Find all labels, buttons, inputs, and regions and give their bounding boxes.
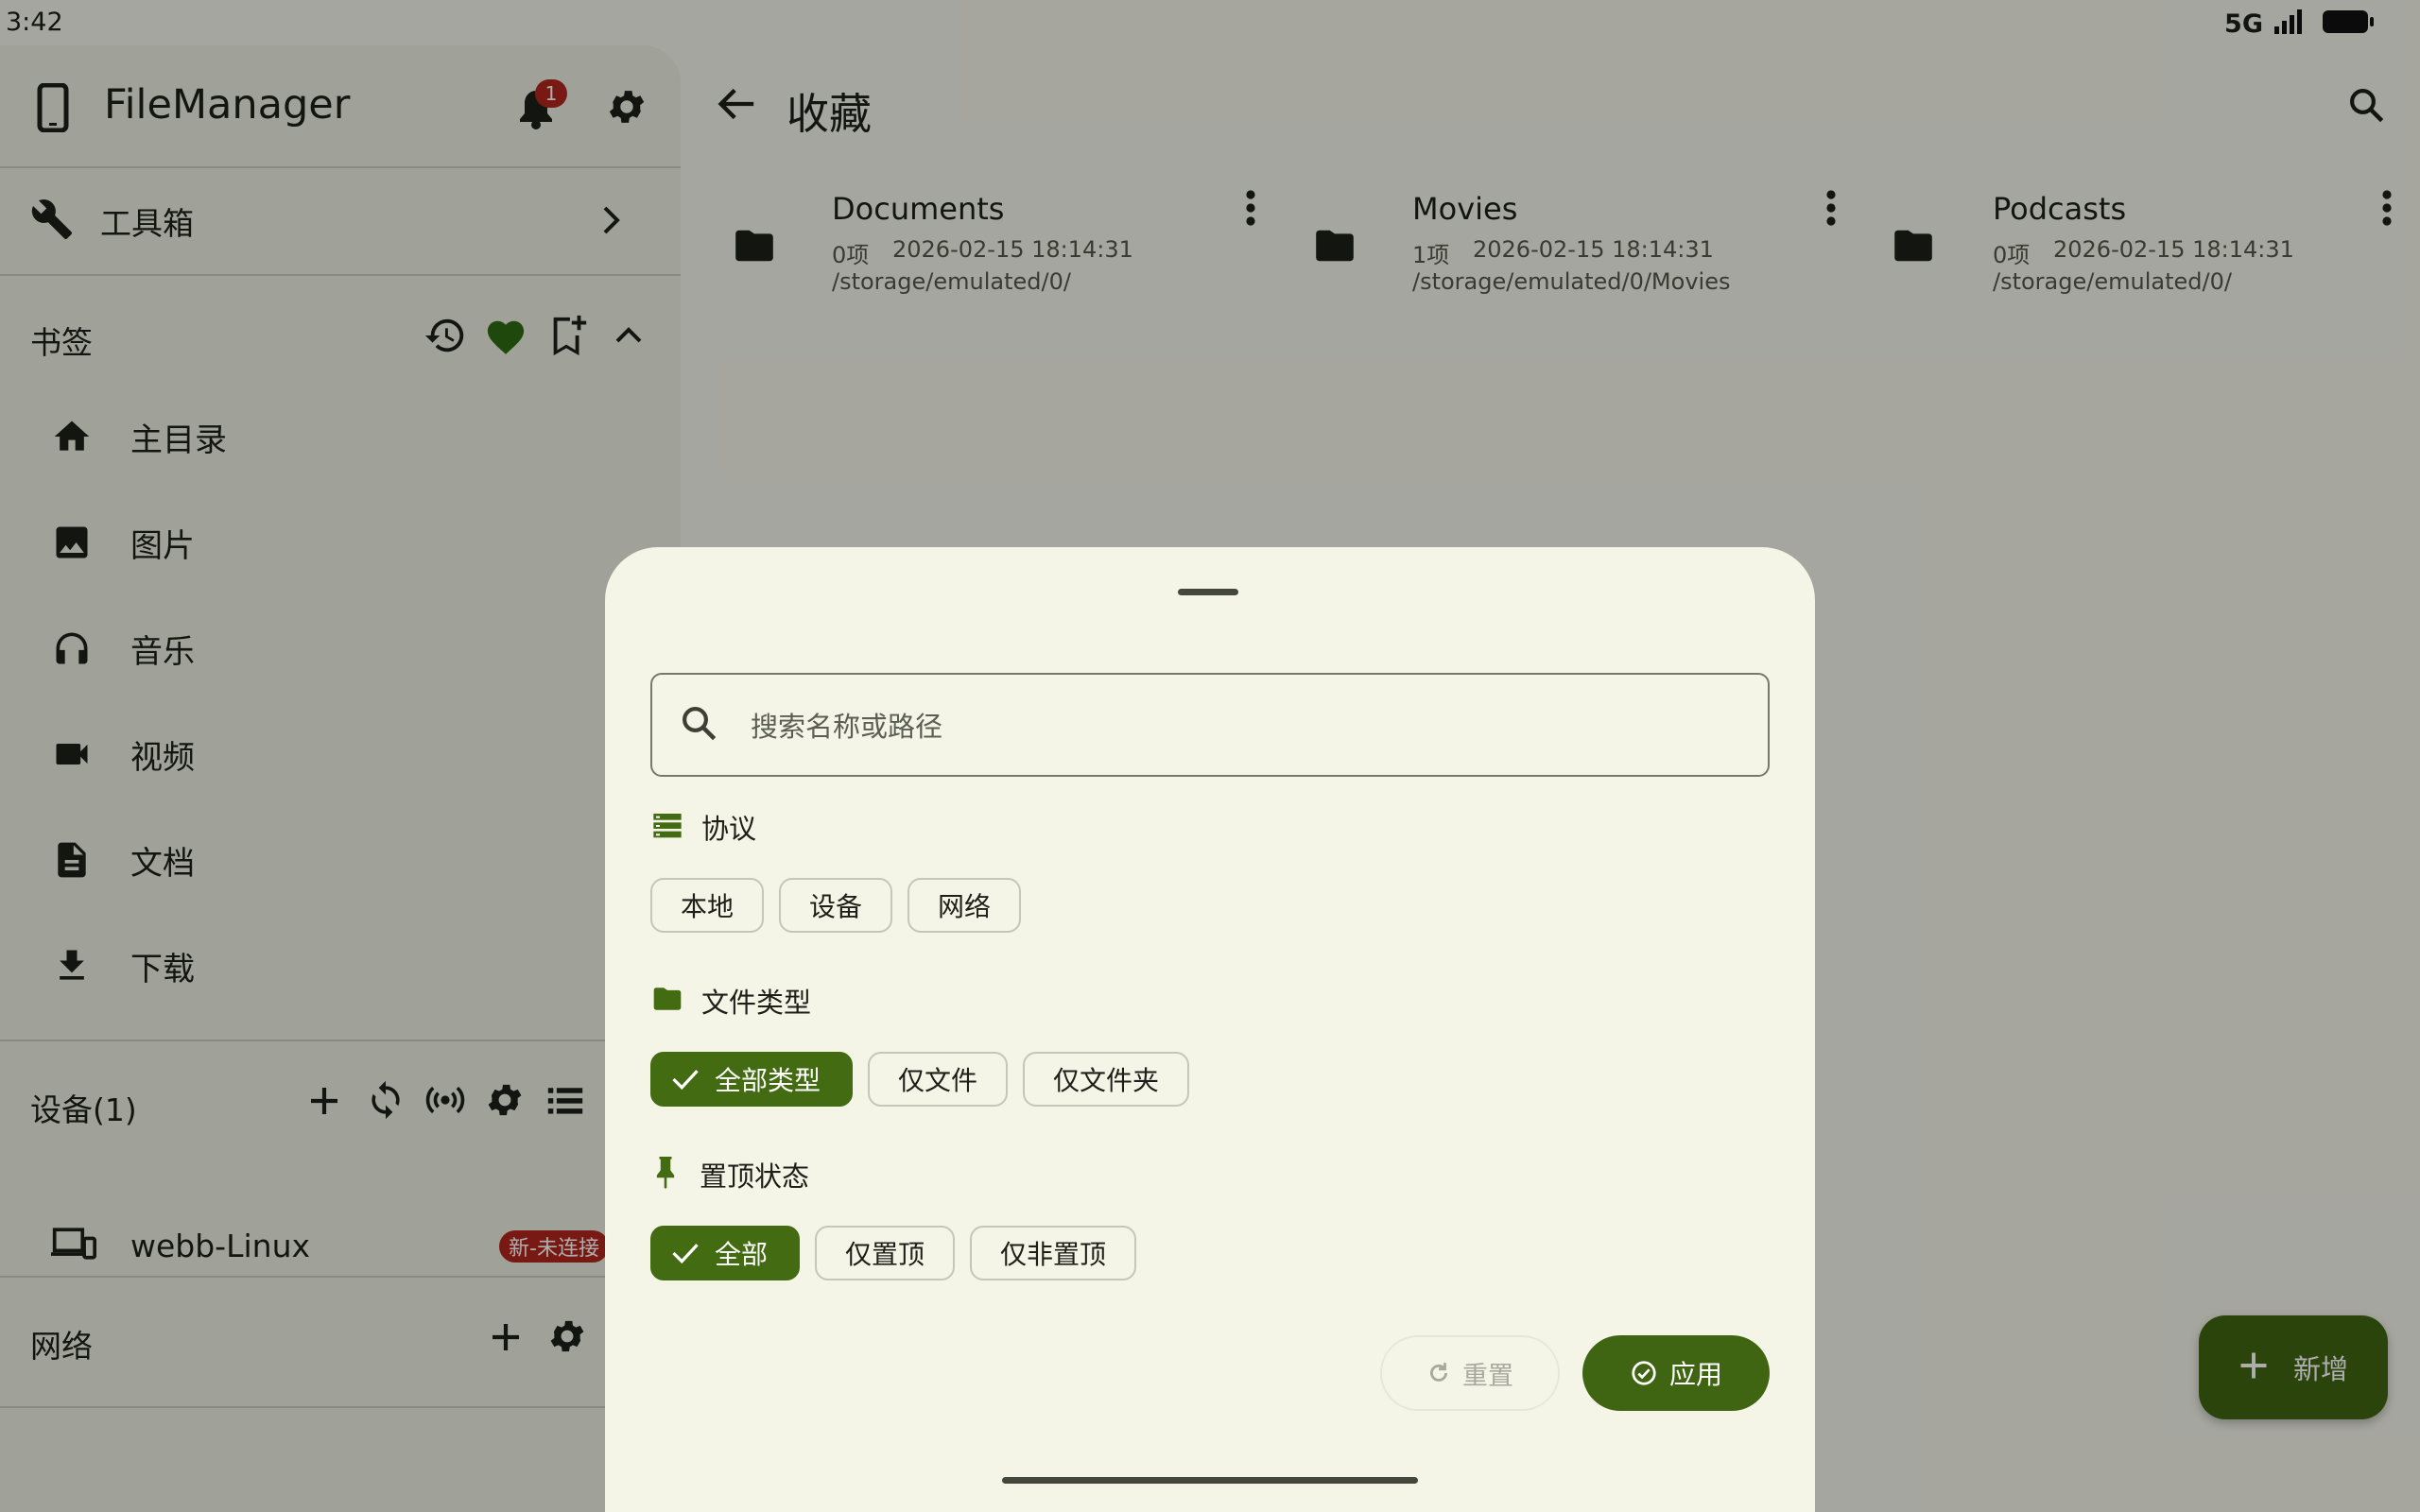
filter-bottom-sheet: 搜索名称或路径 协议 本地 设备 网络 文件类型 全部类型 仅文件 仅文件夹 置… bbox=[605, 547, 1815, 1512]
reset-label: 重置 bbox=[1462, 1361, 1513, 1391]
chip-label: 全部类型 bbox=[715, 1065, 821, 1096]
folder-icon bbox=[652, 987, 683, 1015]
filetype-section-header: 文件类型 bbox=[652, 982, 811, 1020]
storage-stack-icon bbox=[652, 812, 683, 842]
protocol-title: 协议 bbox=[701, 813, 757, 845]
pin-icon bbox=[652, 1157, 679, 1193]
reset-button[interactable]: 重置 bbox=[1380, 1335, 1560, 1411]
chip-network[interactable]: 网络 bbox=[908, 878, 1022, 933]
gesture-nav-bar bbox=[1002, 1477, 1418, 1484]
pin-chips: 全部 仅置顶 仅非置顶 bbox=[650, 1226, 1137, 1280]
refresh-icon bbox=[1430, 1363, 1447, 1382]
chip-all-pin[interactable]: 全部 bbox=[650, 1226, 801, 1280]
chip-label: 全部 bbox=[715, 1239, 769, 1270]
check-icon bbox=[672, 1244, 699, 1264]
apply-label: 应用 bbox=[1668, 1359, 1722, 1390]
filetype-chips: 全部类型 仅文件 仅文件夹 bbox=[650, 1052, 1190, 1107]
search-field[interactable]: 搜索名称或路径 bbox=[650, 673, 1770, 777]
filetype-title: 文件类型 bbox=[701, 987, 812, 1019]
protocol-section-header: 协议 bbox=[652, 808, 756, 846]
drag-handle[interactable] bbox=[1178, 589, 1238, 595]
search-placeholder: 搜索名称或路径 bbox=[751, 711, 943, 743]
chip-local[interactable]: 本地 bbox=[650, 878, 765, 933]
check-icon bbox=[672, 1070, 699, 1091]
chip-files-only[interactable]: 仅文件 bbox=[868, 1052, 1009, 1107]
check-circle-icon bbox=[1632, 1361, 1656, 1385]
chip-folders-only[interactable]: 仅文件夹 bbox=[1023, 1052, 1190, 1107]
protocol-chips: 本地 设备 网络 bbox=[650, 878, 1022, 933]
pin-title: 置顶状态 bbox=[700, 1160, 810, 1193]
apply-button[interactable]: 应用 bbox=[1582, 1335, 1770, 1411]
chip-all-types[interactable]: 全部类型 bbox=[650, 1052, 854, 1107]
chip-pinned-only[interactable]: 仅置顶 bbox=[815, 1226, 956, 1280]
search-icon bbox=[679, 703, 718, 747]
pin-section-header: 置顶状态 bbox=[652, 1156, 809, 1194]
chip-device[interactable]: 设备 bbox=[779, 878, 893, 933]
chip-unpinned-only[interactable]: 仅非置顶 bbox=[970, 1226, 1137, 1280]
